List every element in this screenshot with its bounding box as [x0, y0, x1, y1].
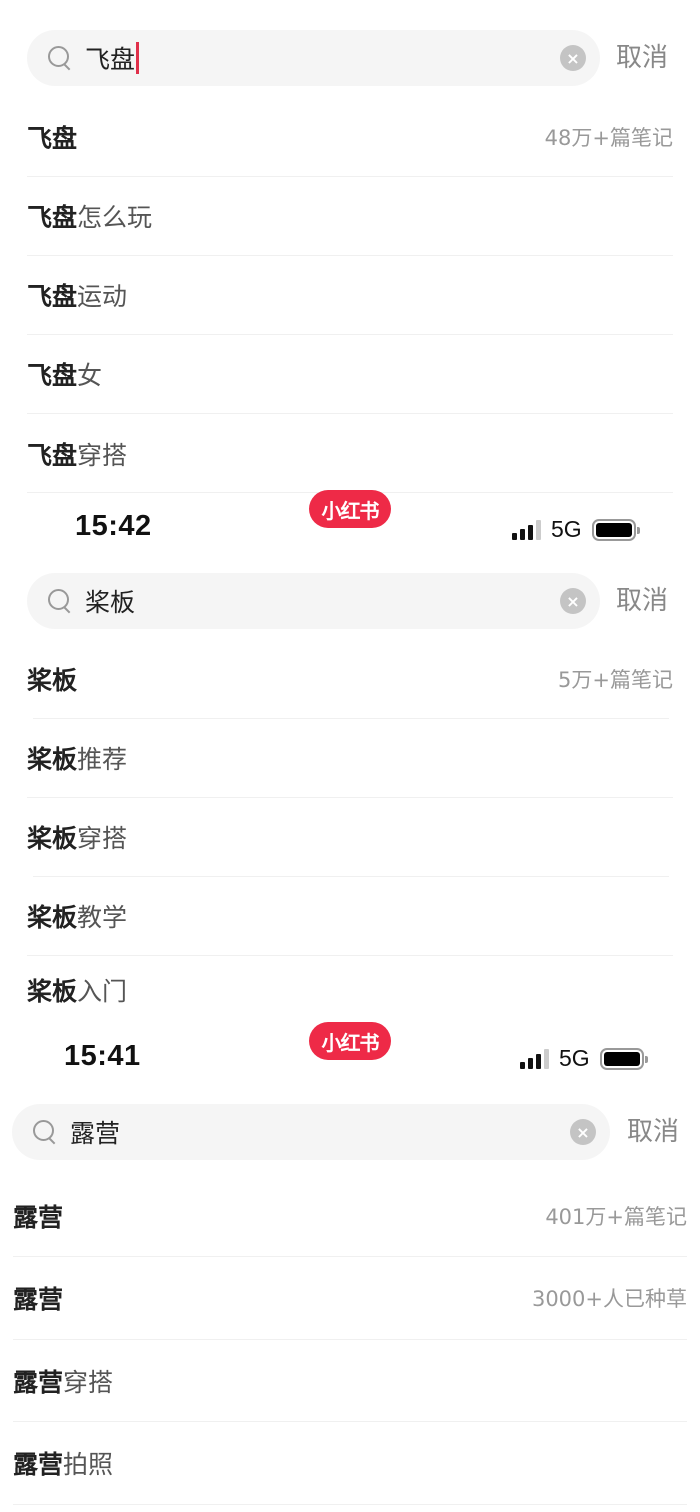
suggestion-keyword: 飞盘怎么玩 [27, 198, 152, 234]
suggestion-keyword: 露营穿搭 [13, 1363, 113, 1399]
app-badge: 小红书 [309, 1022, 391, 1060]
keyword-rest: 穿搭 [77, 823, 128, 853]
signal-icon [520, 1048, 549, 1069]
search-input[interactable]: 飞盘 × [27, 30, 600, 86]
keyword-match: 露营 [13, 1368, 64, 1397]
search-input[interactable]: 露营 × [12, 1104, 610, 1160]
search-query[interactable]: 飞盘 [85, 30, 140, 86]
status-bar-3: 15:41 小红书 5G [0, 1022, 700, 1082]
keyword-match: 桨板 [27, 823, 78, 853]
suggestion-count: 5万+篇笔记 [558, 667, 673, 692]
network-type: 5G [551, 516, 582, 542]
suggestion-item[interactable]: 飞盘穿搭 [27, 414, 673, 493]
keyword-match: 露营 [13, 1203, 64, 1232]
signal-icon [512, 519, 541, 540]
battery-icon [599, 1047, 648, 1070]
keyword-match: 飞盘 [27, 202, 78, 232]
suggestion-keyword: 桨板入门 [27, 972, 127, 1008]
suggestion-item[interactable]: 露营 3000+人已种草 [13, 1257, 687, 1339]
keyword-match: 桨板 [27, 744, 78, 774]
suggestion-item[interactable]: 桨板 5万+篇笔记 [27, 639, 673, 718]
keyword-rest: 拍照 [63, 1450, 114, 1479]
text-caret [136, 42, 140, 74]
clear-icon[interactable]: × [560, 45, 586, 71]
cancel-button[interactable]: 取消 [627, 1104, 679, 1160]
keyword-match: 飞盘 [27, 281, 78, 311]
app-badge: 小红书 [309, 490, 391, 528]
search-query-text: 飞盘 [85, 45, 136, 74]
search-row-2: 桨板 × 取消 [0, 573, 700, 629]
suggestion-keyword: 露营 [13, 1280, 63, 1316]
keyword-rest: 怎么玩 [77, 202, 153, 232]
search-icon [47, 588, 73, 614]
battery-icon [591, 518, 640, 541]
suggestion-item[interactable]: 桨板教学 [27, 876, 673, 955]
keyword-rest: 教学 [77, 902, 128, 932]
suggestion-item[interactable]: 桨板穿搭 [27, 797, 673, 876]
status-bar-2: 15:42 小红书 5G [0, 490, 700, 558]
suggestion-keyword: 飞盘穿搭 [27, 436, 127, 472]
keyword-rest: 推荐 [77, 744, 128, 774]
suggestion-item[interactable]: 飞盘运动 [27, 255, 673, 334]
search-row-1: 飞盘 × 取消 [0, 30, 700, 86]
keyword-match: 露营 [13, 1285, 64, 1314]
search-query-text[interactable]: 桨板 [85, 573, 135, 629]
suggestion-count: 48万+篇笔记 [544, 125, 673, 150]
keyword-rest: 穿搭 [63, 1368, 114, 1397]
divider [13, 1504, 687, 1505]
suggestion-item[interactable]: 露营穿搭 [13, 1340, 687, 1422]
status-indicators: 5G [512, 516, 640, 543]
search-input[interactable]: 桨板 × [27, 573, 600, 629]
suggestion-keyword: 飞盘运动 [27, 277, 127, 313]
suggestion-item[interactable]: 桨板推荐 [27, 718, 673, 797]
network-type: 5G [559, 1045, 590, 1071]
suggestion-item[interactable]: 露营 401万+篇笔记 [13, 1175, 687, 1257]
keyword-match: 露营 [13, 1450, 64, 1479]
suggestion-item[interactable]: 飞盘怎么玩 [27, 176, 673, 255]
suggestion-count: 3000+人已种草 [531, 1287, 687, 1311]
search-icon [32, 1119, 58, 1145]
suggestion-keyword: 桨板 [27, 661, 77, 697]
suggestion-item[interactable]: 飞盘 48万+篇笔记 [27, 97, 673, 176]
suggestion-keyword: 露营 [13, 1198, 63, 1234]
keyword-rest: 女 [77, 360, 103, 390]
cancel-button[interactable]: 取消 [616, 30, 668, 86]
suggestion-item[interactable]: 露营拍照 [13, 1422, 687, 1504]
suggestion-keyword: 飞盘 [27, 119, 77, 155]
suggestion-item[interactable]: 桨板入门 [27, 955, 673, 1025]
suggestion-keyword: 桨板穿搭 [27, 819, 127, 855]
search-row-3: 露营 × 取消 [0, 1104, 700, 1160]
suggestion-keyword: 桨板推荐 [27, 740, 127, 776]
keyword-match: 桨板 [27, 977, 78, 1006]
keyword-match: 桨板 [27, 902, 78, 932]
suggestion-item[interactable]: 飞盘女 [27, 334, 673, 413]
search-query-text[interactable]: 露营 [70, 1104, 120, 1160]
clear-icon[interactable]: × [560, 588, 586, 614]
keyword-match: 桨板 [27, 665, 78, 695]
keyword-rest: 穿搭 [77, 440, 128, 470]
keyword-rest: 运动 [77, 281, 128, 311]
suggestion-keyword: 桨板教学 [27, 898, 127, 934]
suggestion-count: 401万+篇笔记 [545, 1205, 687, 1229]
status-time: 15:42 [75, 510, 152, 542]
clear-icon[interactable]: × [570, 1119, 596, 1145]
suggestion-keyword: 飞盘女 [27, 356, 102, 392]
status-time: 15:41 [64, 1040, 141, 1072]
search-icon [47, 45, 73, 71]
status-indicators: 5G [520, 1045, 648, 1072]
keyword-match: 飞盘 [27, 123, 78, 153]
keyword-rest: 入门 [77, 977, 128, 1006]
keyword-match: 飞盘 [27, 360, 78, 390]
keyword-match: 飞盘 [27, 440, 78, 470]
cancel-button[interactable]: 取消 [616, 573, 668, 629]
suggestion-keyword: 露营拍照 [13, 1445, 113, 1481]
